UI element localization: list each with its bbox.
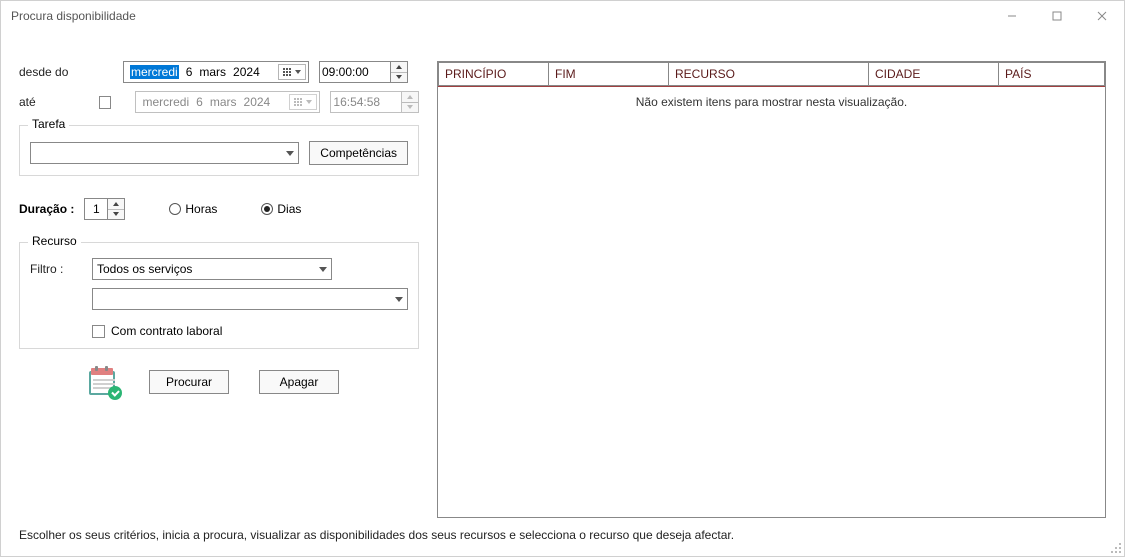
- left-pane: desde do mercredi 6 mars 2024: [19, 61, 419, 518]
- titlebar: Procura disponibilidade: [1, 1, 1124, 31]
- to-date-picker[interactable]: mercredi 6 mars 2024: [135, 91, 320, 113]
- to-month: mars: [210, 95, 237, 109]
- calendar-dropdown-icon[interactable]: [278, 64, 306, 80]
- from-weekday: mercredi: [130, 65, 179, 79]
- task-group-label: Tarefa: [28, 117, 69, 131]
- contract-checkbox[interactable]: [92, 325, 105, 338]
- close-button[interactable]: [1079, 1, 1124, 31]
- hours-radio[interactable]: Horas: [169, 202, 217, 216]
- window: Procura disponibilidade desde do mercred…: [0, 0, 1125, 557]
- competencies-button[interactable]: Competências: [309, 141, 408, 165]
- to-weekday: mercredi: [142, 95, 189, 109]
- duration-label: Duração :: [19, 202, 74, 216]
- days-radio[interactable]: Dias: [261, 202, 301, 216]
- to-day: 6: [196, 95, 203, 109]
- from-day: 6: [186, 65, 193, 79]
- duration-down[interactable]: [108, 210, 124, 220]
- to-row: até mercredi 6 mars 2024: [19, 91, 419, 113]
- col-principio[interactable]: PRINCÍPIO: [438, 62, 548, 86]
- contract-label: Com contrato laboral: [111, 324, 222, 338]
- clear-button[interactable]: Apagar: [259, 370, 339, 394]
- from-time-spinner: [391, 61, 408, 83]
- col-cidade[interactable]: CIDADE: [868, 62, 998, 86]
- to-enable-checkbox[interactable]: [99, 96, 112, 109]
- from-time-up[interactable]: [391, 62, 407, 73]
- to-time-value: [331, 92, 401, 112]
- empty-message: Não existem itens para mostrar nesta vis…: [438, 87, 1105, 117]
- duration-value[interactable]: 1: [84, 198, 108, 220]
- to-label: até: [19, 95, 99, 109]
- from-time-down[interactable]: [391, 73, 407, 83]
- from-time-value[interactable]: [320, 62, 390, 82]
- search-button[interactable]: Procurar: [149, 370, 229, 394]
- to-time-input: [330, 91, 402, 113]
- resource-group: Recurso Filtro : Todos os serviços: [19, 242, 419, 349]
- from-year: 2024: [233, 65, 260, 79]
- duration-row: Duração : 1 Horas Dias: [19, 198, 419, 220]
- chevron-down-icon: [395, 297, 403, 302]
- to-time-up[interactable]: [402, 92, 418, 103]
- filter-combo[interactable]: Todos os serviços: [92, 258, 332, 280]
- task-group: Tarefa Competências: [19, 125, 419, 176]
- from-label: desde do: [19, 65, 99, 79]
- col-recurso[interactable]: RECURSO: [668, 62, 868, 86]
- to-time-spinner: [402, 91, 419, 113]
- from-month: mars: [199, 65, 226, 79]
- from-row: desde do mercredi 6 mars 2024: [19, 61, 419, 83]
- footer-text: Escolher os seus critérios, inicia a pro…: [1, 528, 1124, 556]
- chevron-down-icon: [319, 267, 327, 272]
- task-combo[interactable]: [30, 142, 299, 164]
- to-year: 2024: [244, 95, 271, 109]
- from-date-picker[interactable]: mercredi 6 mars 2024: [123, 61, 309, 83]
- to-time-down[interactable]: [402, 103, 418, 113]
- content: desde do mercredi 6 mars 2024: [1, 31, 1124, 528]
- calendar-dropdown-icon: [289, 94, 317, 110]
- duration-up[interactable]: [108, 199, 124, 210]
- col-pais[interactable]: PAÍS: [998, 62, 1105, 86]
- window-title: Procura disponibilidade: [11, 9, 136, 23]
- minimize-button[interactable]: [989, 1, 1034, 31]
- from-time-input[interactable]: [319, 61, 391, 83]
- sub-filter-combo[interactable]: [92, 288, 408, 310]
- duration-spinner: [108, 198, 125, 220]
- calendar-check-icon: [89, 367, 119, 397]
- window-buttons: [989, 1, 1124, 31]
- resource-group-label: Recurso: [28, 234, 81, 248]
- table-header: PRINCÍPIO FIM RECURSO CIDADE PAÍS: [438, 62, 1105, 86]
- resize-grip[interactable]: [1109, 541, 1121, 553]
- maximize-button[interactable]: [1034, 1, 1079, 31]
- filter-value: Todos os serviços: [97, 262, 192, 276]
- results-panel: PRINCÍPIO FIM RECURSO CIDADE PAÍS Não ex…: [437, 61, 1106, 518]
- action-row: Procurar Apagar: [19, 367, 419, 397]
- chevron-down-icon: [286, 151, 294, 156]
- col-fim[interactable]: FIM: [548, 62, 668, 86]
- filter-label: Filtro :: [30, 262, 80, 276]
